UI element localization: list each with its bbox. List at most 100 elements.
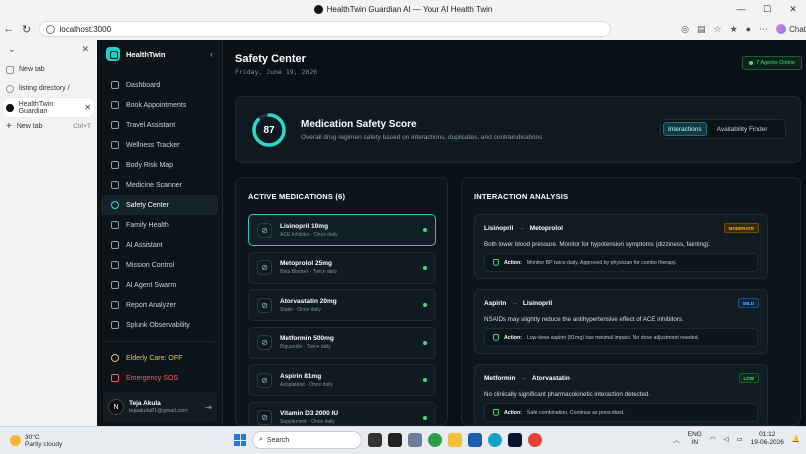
interaction-card[interactable]: Lisinopril → Metoprolol MODERATE Both lower … <box>474 214 768 279</box>
taskbar-search[interactable]: ⌕ Search <box>252 431 362 449</box>
logout-icon[interactable]: ⇥ <box>205 403 212 412</box>
elderly-care-toggle[interactable]: Elderly Care: OFF <box>101 348 218 368</box>
elderly-care-toggle-label: Elderly Care: OFF <box>126 354 183 362</box>
minimize-icon[interactable]: — <box>728 0 754 18</box>
pin-pane-icon[interactable]: ✕ <box>81 44 89 55</box>
medication-card[interactable]: ⊘ Atorvastatin 20mg Statin · Once daily <box>248 289 436 321</box>
medication-card[interactable]: ⊘ Metoprolol 25mg Beta Blocker · Twice dai… <box>248 251 436 284</box>
reader-icon[interactable]: ▤ <box>697 24 706 35</box>
clock-time: 01:12 <box>759 431 776 438</box>
action-label: Action: <box>504 334 522 341</box>
tab-label: New tab <box>19 66 45 73</box>
store-icon[interactable] <box>468 433 482 447</box>
tab-new-tab[interactable]: New tab <box>0 60 97 79</box>
chat-button[interactable]: Chat <box>776 24 806 34</box>
sidebar-item-splunk-observability[interactable]: Splunk Observability <box>101 315 218 335</box>
close-window-icon[interactable]: ✕ <box>780 0 806 18</box>
wifi-icon[interactable]: ◠ <box>710 435 716 443</box>
clock-date: 19-06-2026 <box>750 439 784 446</box>
interactions-tab[interactable]: Interactions <box>663 122 707 136</box>
settings-icon[interactable] <box>408 433 422 447</box>
database-icon <box>111 321 119 329</box>
new-tab-button[interactable]: + New tab Ctrl+T <box>0 117 97 136</box>
sidebar-item-book-appointments[interactable]: Book Appointments <box>101 95 218 115</box>
medication-desc: ACE Inhibitor · Once daily <box>280 231 338 238</box>
sidebar-item-mission-control[interactable]: Mission Control <box>101 255 218 275</box>
availability-finder-tab[interactable]: Availability Finder <box>713 122 772 136</box>
sidebar-item-dashboard[interactable]: Dashboard <box>101 75 218 95</box>
url-input[interactable]: localhost:3000 <box>39 21 612 37</box>
favorite-icon[interactable]: ☆ <box>714 24 722 35</box>
profile-icon[interactable]: ● <box>746 24 751 34</box>
task-view-icon[interactable] <box>368 433 382 447</box>
sidebar-item-ai-agent-swarm[interactable]: AI Agent Swarm <box>101 275 218 295</box>
terminal-icon[interactable] <box>388 433 402 447</box>
clock[interactable]: 01:12 19-06-2026 <box>751 431 784 447</box>
medication-name: Atorvastatin 20mg <box>280 297 337 305</box>
location-icon[interactable]: ◎ <box>681 24 689 35</box>
drug-b: Metoprolol <box>529 225 563 232</box>
drug-a: Lisinopril <box>484 225 514 232</box>
start-icon[interactable] <box>234 434 246 446</box>
medication-card[interactable]: ⊘ Lisinopril 10mg ACE Inhibitor · Once dai… <box>248 214 436 246</box>
interaction-card[interactable]: Metformin → Atorvastatin LOW No clinically s… <box>474 364 768 425</box>
file-explorer-icon[interactable] <box>448 433 462 447</box>
volume-icon[interactable]: ◁ <box>724 435 729 443</box>
tab-listing-directory[interactable]: listing directory / <box>0 79 97 98</box>
interaction-card[interactable]: Aspirin → Lisinopril MILD NSAIDs may slightl… <box>474 289 768 354</box>
severity-badge: MODERATE <box>723 223 759 233</box>
sidebar-item-ai-assistant[interactable]: AI Assistant <box>101 235 218 255</box>
taskbar: 30°C Partly cloudy ⌕ Search ︿ ENG IN ◠ ◁… <box>0 426 806 454</box>
maximize-icon[interactable]: ☐ <box>754 0 780 18</box>
warning-icon <box>111 374 119 382</box>
sidebar-item-label: AI Assistant <box>126 241 163 249</box>
chrome-icon[interactable] <box>528 433 542 447</box>
favorites-bar-icon[interactable]: ★ <box>730 24 738 35</box>
collapse-sidebar-icon[interactable]: ‹ <box>210 49 213 59</box>
sidebar-item-family-health[interactable]: Family Health <box>101 215 218 235</box>
edge-icon[interactable] <box>488 433 502 447</box>
user-card[interactable]: N Teja Akula tejaakula81@gmail.com ⇥ <box>103 392 217 422</box>
ide-icon[interactable] <box>508 433 522 447</box>
medication-desc: Antiplatelet · Once daily <box>280 381 333 388</box>
medication-info: Metoprolol 25mg Beta Blocker · Twice dail… <box>280 260 337 275</box>
sidebar-item-body-risk-map[interactable]: Body Risk Map <box>101 155 218 175</box>
sidebar-item-medicine-scanner[interactable]: Medicine Scanner <box>101 175 218 195</box>
tray-overflow-icon[interactable]: ︿ <box>673 434 680 444</box>
tab-healthtwin[interactable]: HealthTwin Guardian ✕ <box>3 98 94 117</box>
medication-card[interactable]: ⊘ Vitamin D3 2000 IU Supplement · Once dai… <box>248 401 436 425</box>
action-label: Action: <box>504 409 522 416</box>
back-icon[interactable]: ← <box>0 23 18 35</box>
medication-card[interactable]: ⊘ Aspirin 81mg Antiplatelet · Once daily <box>248 364 436 396</box>
battery-icon[interactable]: ▭ <box>737 435 743 443</box>
search-label: Search <box>266 436 290 444</box>
weather-widget[interactable]: 30°C Partly cloudy <box>10 434 62 448</box>
emergency-sos-button[interactable]: Emergency SOS <box>101 368 218 388</box>
window-controls: — ☐ ✕ <box>728 0 806 18</box>
view-toggle: Interactions Availability Finder <box>660 119 786 139</box>
sidebar-nav: Dashboard Book Appointments Travel Assista… <box>97 75 222 388</box>
language-indicator[interactable]: ENG IN <box>688 431 702 447</box>
close-tab-icon[interactable]: ✕ <box>84 103 91 112</box>
shield-icon <box>111 201 119 209</box>
sidebar-item-travel-assistant[interactable]: Travel Assistant <box>101 115 218 135</box>
reload-icon[interactable]: ↻ <box>18 23 36 36</box>
tab-label: New tab <box>16 123 43 130</box>
medication-card[interactable]: ⊘ Metformin 500mg Biguanide · Twice daily <box>248 326 436 359</box>
notifications-icon[interactable]: 🔔 <box>792 435 800 443</box>
chrome-alt-icon[interactable] <box>428 433 442 447</box>
interaction-action: Action: Safe combination. Continue as pre… <box>484 403 758 422</box>
site-info-icon[interactable] <box>46 24 56 34</box>
more-icon[interactable]: ⋯ <box>759 24 768 35</box>
app-favicon-icon <box>6 103 14 112</box>
drug-b: Atorvastatin <box>531 375 570 382</box>
medication-info: Metformin 500mg Biguanide · Twice daily <box>280 335 334 350</box>
sidebar-item-report-analyzer[interactable]: Report Analyzer <box>101 295 218 315</box>
toolbar-icons: ◎ ▤ ☆ ★ ● ⋯ <box>681 24 768 35</box>
status-dot-icon <box>749 61 754 65</box>
sidebar-item-safety-center[interactable]: Safety Center <box>101 195 218 215</box>
sidebar-item-wellness-tracker[interactable]: Wellness Tracker <box>101 135 218 155</box>
action-text: Low-dose aspirin (81mg) has minimal impa… <box>526 334 700 341</box>
collapse-tabs-icon[interactable]: ⌄ <box>8 44 16 55</box>
pill-icon: ⊘ <box>257 335 272 350</box>
